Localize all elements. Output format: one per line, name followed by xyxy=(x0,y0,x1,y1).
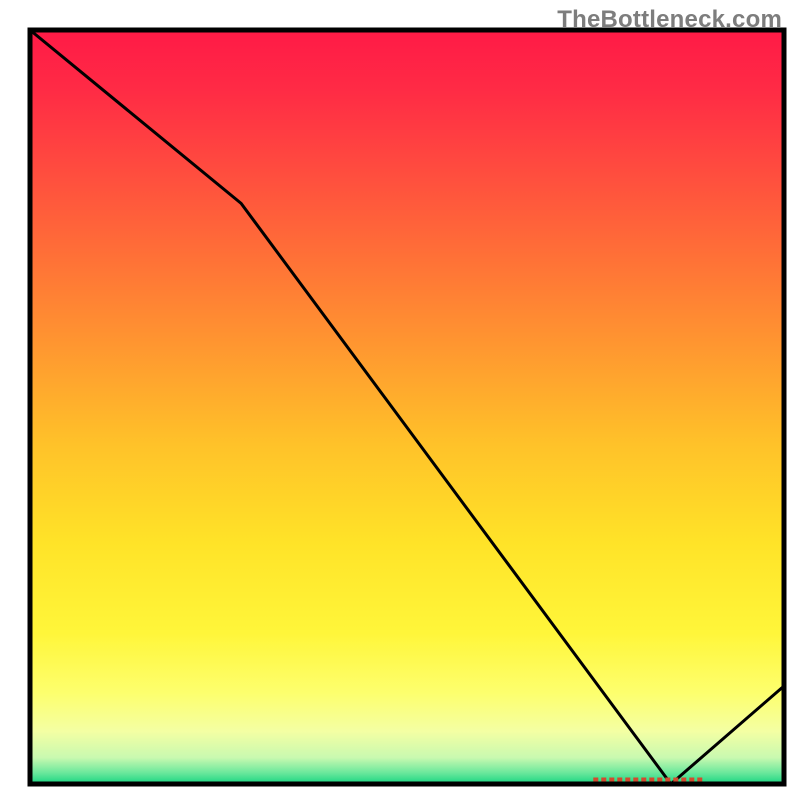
chart-background xyxy=(30,30,784,784)
chart-container: TheBottleneck.com xyxy=(0,0,800,800)
line-chart xyxy=(0,0,800,800)
